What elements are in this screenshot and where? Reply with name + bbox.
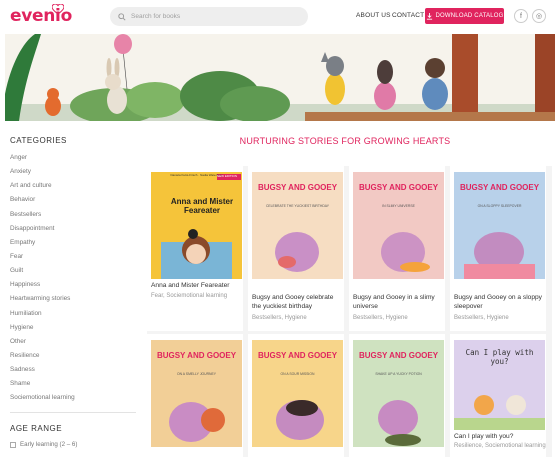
- category-sidebar: CATEGORIES Anger Anxiety Art and culture…: [10, 136, 140, 406]
- cover-title: BUGSY AND GOOEY: [358, 183, 439, 192]
- age-option-label: Early learning (2 – 6): [20, 441, 78, 448]
- category-item-anger[interactable]: Anger: [10, 151, 140, 165]
- category-item-disappointment[interactable]: Disappointment: [10, 222, 140, 236]
- book-card[interactable]: BUGSY AND GOOEY CELEBRATE THE YUCKIEST B…: [248, 166, 344, 331]
- category-item-behavior[interactable]: Behavior: [10, 193, 140, 207]
- category-item-resilience[interactable]: Resilience: [10, 349, 140, 363]
- category-list: Anger Anxiety Art and culture Behavior B…: [10, 151, 140, 406]
- cover-subtitle: CELEBRATE THE YUCKIEST BIRTHDAY: [265, 204, 330, 208]
- category-item-bestsellers[interactable]: Bestsellers: [10, 208, 140, 222]
- cover-subtitle: SHAKE UP A YUCKY POTION: [375, 372, 422, 376]
- book-title[interactable]: Bugsy and Gooey in a slimy universe: [353, 293, 445, 311]
- age-option-early-learning[interactable]: Early learning (2 – 6): [10, 441, 77, 448]
- category-item-fear[interactable]: Fear: [10, 250, 140, 264]
- cover-badge: NEW EDITION: [217, 173, 237, 178]
- category-item-happiness[interactable]: Happiness: [10, 278, 140, 292]
- cover-subtitle: ON A SLOPPY SLEEPOVER: [477, 204, 522, 208]
- cover-subtitle: IN SLIMY UNIVERSE: [382, 204, 415, 208]
- cover-title: BUGSY AND GOOEY: [156, 351, 237, 360]
- category-item-heartwarming-stories[interactable]: Heartwarming stories: [10, 292, 140, 306]
- book-card[interactable]: BUGSY AND GOOEY SHAKE UP A YUCKY POTION: [349, 334, 445, 457]
- category-item-shame[interactable]: Shame: [10, 377, 140, 391]
- search-icon: [118, 12, 126, 21]
- book-card[interactable]: BUGSY AND GOOEY IN SLIMY UNIVERSE Bugsy …: [349, 166, 445, 331]
- category-item-other[interactable]: Other: [10, 335, 140, 349]
- book-tags: Bestsellers, Hygiene: [454, 315, 509, 321]
- download-icon: [426, 12, 432, 20]
- download-catalog-label: DOWNLOAD CATALOG: [435, 13, 504, 19]
- book-card[interactable]: Daniela Kulot-Frisch · Nadia Waterbury N…: [147, 166, 243, 331]
- book-card[interactable]: BUGSY AND GOOEY ON A SMELLY JOURNEY: [147, 334, 243, 457]
- age-range-heading: AGE RANGE: [10, 424, 63, 433]
- instagram-icon[interactable]: ◎: [532, 9, 546, 23]
- category-item-anxiety[interactable]: Anxiety: [10, 165, 140, 179]
- book-title[interactable]: Bugsy and Gooey celebrate the yuckiest b…: [252, 293, 344, 311]
- categories-heading: CATEGORIES: [10, 136, 67, 145]
- book-grid: Daniela Kulot-Frisch · Nadia Waterbury N…: [147, 166, 552, 457]
- book-card[interactable]: BUGSY AND GOOEY ON A SOUR MISSION: [248, 334, 344, 457]
- category-item-hygiene[interactable]: Hygiene: [10, 321, 140, 335]
- category-item-empathy[interactable]: Empathy: [10, 236, 140, 250]
- nav-about-us[interactable]: ABOUT US: [356, 12, 391, 19]
- cover-title: Can I play with you?: [465, 348, 534, 366]
- facebook-icon[interactable]: f: [514, 9, 528, 23]
- category-item-guilt[interactable]: Guilt: [10, 264, 140, 278]
- page-heading: NURTURING STORIES FOR GROWING HEARTS: [239, 136, 451, 146]
- sidebar-divider: [10, 412, 136, 413]
- heart-logo-icon: [52, 4, 64, 15]
- book-title[interactable]: Bugsy and Gooey on a sloppy sleepover: [454, 293, 546, 311]
- cover-subtitle: ON A SMELLY JOURNEY: [176, 372, 217, 376]
- site-header: evenio ABOUT US CONTACT DOWNLOAD CATALOG…: [0, 0, 560, 34]
- category-item-sociemotional-learning[interactable]: Sociemotional learning: [10, 391, 140, 405]
- cover-title: BUGSY AND GOOEY: [459, 183, 540, 192]
- category-item-sadness[interactable]: Sadness: [10, 363, 140, 377]
- cover-title: BUGSY AND GOOEY: [257, 351, 338, 360]
- cover-title: BUGSY AND GOOEY: [257, 183, 338, 192]
- category-item-art-and-culture[interactable]: Art and culture: [10, 179, 140, 193]
- book-title[interactable]: Anna and Mister Feareater: [151, 281, 243, 290]
- age-checkbox[interactable]: [10, 441, 16, 448]
- book-title[interactable]: Can I play with you?: [454, 432, 546, 441]
- book-tags: Fear, Sociemotional learning: [151, 293, 228, 299]
- cover-title: Anna and Mister Feareater: [170, 197, 234, 215]
- nav-contact[interactable]: CONTACT: [392, 12, 424, 19]
- cover-title: BUGSY AND GOOEY: [358, 351, 439, 360]
- download-catalog-button[interactable]: DOWNLOAD CATALOG: [425, 8, 504, 24]
- book-tags: Resilience, Sociemotional learning: [454, 443, 546, 449]
- book-card[interactable]: BUGSY AND GOOEY ON A SLOPPY SLEEPOVER Bu…: [450, 166, 546, 331]
- book-tags: Bestsellers, Hygiene: [252, 315, 307, 321]
- book-card[interactable]: Can I play with you? Can I play with you…: [450, 334, 546, 457]
- cover-subtitle: ON A SOUR MISSION: [280, 372, 315, 376]
- book-tags: Bestsellers, Hygiene: [353, 315, 408, 321]
- search-bar[interactable]: [110, 7, 308, 26]
- category-item-humiliation[interactable]: Humiliation: [10, 307, 140, 321]
- search-input[interactable]: [131, 13, 301, 20]
- hero-banner-illustration: [5, 34, 555, 121]
- book-cover-anna[interactable]: [151, 172, 242, 279]
